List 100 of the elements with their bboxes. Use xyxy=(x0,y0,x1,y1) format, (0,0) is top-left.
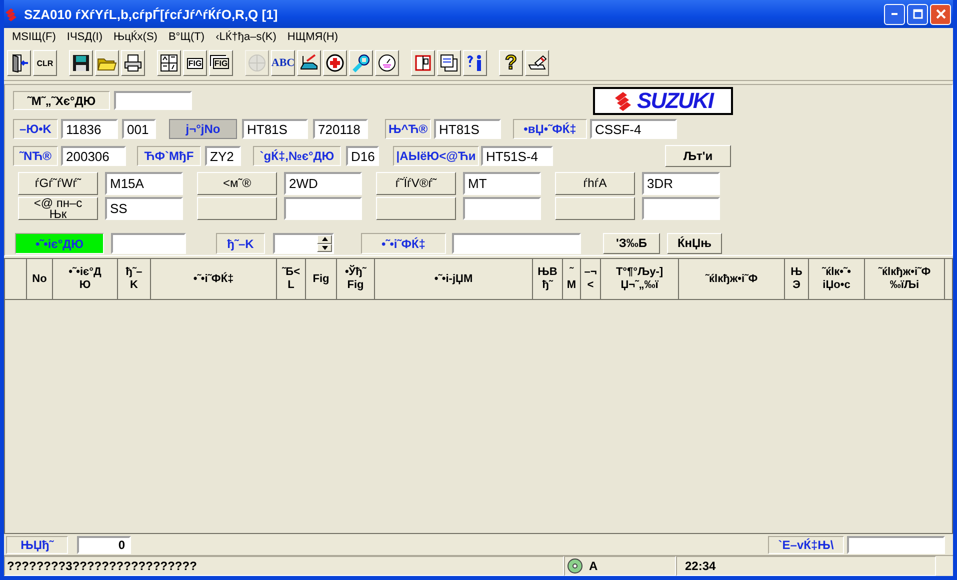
column-header[interactable]: ˜Б< L xyxy=(277,259,306,299)
push-button[interactable]: 'З‰Б xyxy=(603,233,660,254)
status-message: ????????3????????????????? xyxy=(4,556,564,576)
input-field[interactable]: HT81S xyxy=(242,119,308,139)
push-button[interactable]: <м˜® xyxy=(197,172,277,195)
input-field[interactable]: HT81S xyxy=(434,119,501,139)
toolbar-button[interactable] xyxy=(349,50,373,76)
count-field: 0 xyxy=(77,536,131,554)
menu-item[interactable]: НЩМЯ(H) xyxy=(283,31,346,43)
input-field[interactable] xyxy=(847,536,945,554)
input-field[interactable]: HT51S-4 xyxy=(481,146,553,166)
column-header[interactable]: Т°¶°Љу-] Џ¬˜„‰ї xyxy=(601,259,679,299)
toolbar-button[interactable] xyxy=(95,50,119,76)
input-field[interactable]: 3DR xyxy=(642,172,720,195)
memo-icon xyxy=(439,53,459,73)
toolbar-button[interactable]: FIG xyxy=(183,50,207,76)
push-button[interactable]: ѓhѓA xyxy=(555,172,635,195)
toolbar-button[interactable]: CLR xyxy=(33,50,57,76)
toolbar-button[interactable] xyxy=(525,50,549,76)
toolbar-button[interactable] xyxy=(297,50,321,76)
minimize-icon xyxy=(891,13,898,15)
column-header[interactable]: ˜ М xyxy=(563,259,581,299)
menu-item[interactable]: ‹LЌ†ђa–s(K) xyxy=(212,31,284,43)
field-label: ˜NЋ® xyxy=(13,146,58,166)
column-header[interactable]: ˜ќlкђж•i˜Ф xyxy=(679,259,785,299)
input-field[interactable] xyxy=(463,197,541,220)
close-button[interactable] xyxy=(930,4,951,24)
input-field[interactable]: 200306 xyxy=(61,146,126,166)
toolbar-button[interactable] xyxy=(323,50,347,76)
column-header[interactable]: •Ўђ˜ Fig xyxy=(337,259,375,299)
input-field[interactable]: MT xyxy=(463,172,541,195)
column-header[interactable]: ˜ќlкђж•i˜Ф ‰їЉi xyxy=(865,259,945,299)
push-button[interactable]: ЌнЏњ xyxy=(667,233,722,254)
up-arrow-icon xyxy=(322,237,328,242)
minimize-button[interactable] xyxy=(884,4,905,24)
column-header[interactable]: Њ Э xyxy=(785,259,809,299)
toolbar-button[interactable] xyxy=(463,50,487,76)
menu-item[interactable]: IЧЅД(I) xyxy=(62,31,110,43)
input-field[interactable]: 720118 xyxy=(313,119,368,139)
toolbar-button[interactable] xyxy=(7,50,31,76)
maximize-button[interactable] xyxy=(907,4,928,24)
push-button[interactable] xyxy=(376,197,456,220)
toolbar-button[interactable] xyxy=(157,50,181,76)
input-field[interactable] xyxy=(114,91,192,110)
menu-item[interactable]: ЊцЌx(S) xyxy=(109,31,164,43)
down-arrow-icon xyxy=(322,246,328,250)
push-button[interactable]: <@ пн–с Њк xyxy=(18,197,98,220)
input-field[interactable]: ZY2 xyxy=(205,146,241,166)
toolbar-button[interactable] xyxy=(121,50,145,76)
input-field[interactable]: 001 xyxy=(122,119,156,139)
field-label: ђ˜–K xyxy=(216,233,265,254)
close-icon xyxy=(936,9,946,19)
input-field[interactable]: 11836 xyxy=(61,119,118,139)
spin-up-button[interactable] xyxy=(317,235,332,244)
input-field[interactable]: M15A xyxy=(105,172,183,195)
push-button[interactable] xyxy=(555,197,635,220)
input-field[interactable] xyxy=(111,233,186,254)
s-logo-icon xyxy=(613,90,634,112)
field-label: •˜•i˜ФЌ‡ xyxy=(361,233,446,254)
total-label: `Е–vЌ‡Њ\ xyxy=(768,536,844,554)
toolbar-button[interactable] xyxy=(437,50,461,76)
input-field[interactable]: D16 xyxy=(346,146,379,166)
column-header[interactable]: No xyxy=(27,259,53,299)
field-label: Њ^Ћ® xyxy=(385,119,431,139)
input-field[interactable] xyxy=(284,197,362,220)
column-header[interactable]: •˜•i-jЏМ xyxy=(375,259,533,299)
push-button[interactable]: Љт'и xyxy=(665,145,731,167)
push-button[interactable]: ѓGѓ˜ѓWѓ˜ xyxy=(18,172,98,195)
input-field[interactable]: 2WD xyxy=(284,172,362,195)
push-button[interactable]: ѓ˜ЇѓV®ѓ˜ xyxy=(376,172,456,195)
push-button[interactable] xyxy=(197,197,277,220)
field-label: •˜•iє°ДЮ xyxy=(15,233,104,254)
field-label: ˜M˜„˜Xє°ДЮ xyxy=(13,91,110,110)
input-field[interactable] xyxy=(642,197,720,220)
column-header[interactable]: –¬ < xyxy=(581,259,601,299)
medical-cross-icon xyxy=(325,53,345,73)
input-field[interactable]: CSSF-4 xyxy=(590,119,677,139)
field-label: •вЏ•˜ФЌ‡ xyxy=(513,119,587,139)
spin-field[interactable] xyxy=(273,233,334,254)
toolbar-button[interactable] xyxy=(375,50,399,76)
menu-item[interactable]: MЅIЩ(F) xyxy=(8,31,63,43)
menu-item[interactable]: В°Щ(T) xyxy=(164,31,212,43)
dial-icon xyxy=(377,53,397,73)
field-label: j¬°jNo xyxy=(169,119,237,139)
disc-icon xyxy=(567,558,583,574)
column-header[interactable]: •˜•i˜ФЌ‡ xyxy=(151,259,277,299)
toolbar-button[interactable]: ABC xyxy=(271,50,295,76)
toolbar-button[interactable] xyxy=(69,50,93,76)
input-field[interactable] xyxy=(452,233,581,254)
count-label: ЊЏђ˜ xyxy=(6,536,68,554)
toolbar-button[interactable] xyxy=(411,50,435,76)
column-header[interactable]: Fig xyxy=(306,259,337,299)
toolbar-button[interactable]: FIG xyxy=(209,50,233,76)
column-header[interactable]: ˜ќlк•˜• iЏо•с xyxy=(809,259,865,299)
drive-label: A xyxy=(589,559,598,573)
column-header[interactable]: •˜•iє°Д Ю xyxy=(53,259,118,299)
column-header[interactable]: ђ˜– K xyxy=(118,259,151,299)
app-logo-icon xyxy=(4,6,18,22)
column-header[interactable]: ЊВ ђ˜ xyxy=(533,259,563,299)
input-field[interactable]: SS xyxy=(105,197,183,220)
